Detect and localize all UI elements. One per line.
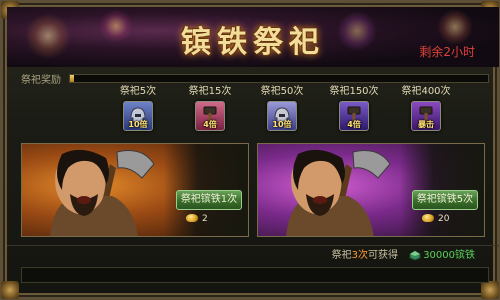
info-amount: 30000镔铁 <box>423 250 475 261</box>
corner-ornament <box>481 281 499 299</box>
cost-value: 2 <box>202 214 208 224</box>
milestone-15[interactable]: 祭祀15次 4倍 <box>185 86 235 131</box>
milestone-400[interactable]: 祭祀400次 暴击 <box>401 86 451 131</box>
event-window: 镔铁祭祀 剩余2小时 祭祀奖励 祭祀5次 10倍 祭祀15次 4倍 祭祀50次 <box>0 0 500 300</box>
info-prefix: 祭祀 <box>331 250 352 261</box>
helmet-icon[interactable]: 10倍 <box>123 101 153 131</box>
reward-progress-bar <box>69 74 489 83</box>
title-banner: 镔铁祭祀 剩余2小时 <box>7 7 499 67</box>
hammer-icon[interactable]: 暴击 <box>411 101 441 131</box>
helmet-icon[interactable]: 10倍 <box>267 101 297 131</box>
milestone-5[interactable]: 祭祀5次 10倍 <box>113 86 163 131</box>
divider <box>7 245 499 246</box>
milestone-50[interactable]: 祭祀50次 10倍 <box>257 86 307 131</box>
offer-panel-single: 祭祀镔铁1次 2 <box>21 143 249 237</box>
cost-value: 20 <box>438 214 450 224</box>
gold-ingot-icon <box>186 214 198 222</box>
milestone-150[interactable]: 祭祀150次 4倍 <box>329 86 379 131</box>
warrior-portrait <box>286 149 391 236</box>
bottom-progress-bar <box>21 267 489 283</box>
cost-single: 2 <box>182 212 230 226</box>
milestone-label: 祭祀5次 <box>119 86 157 97</box>
milestone-label: 祭祀400次 <box>401 86 451 97</box>
reward-info: 祭祀3次可获得 30000镔铁 <box>332 249 475 263</box>
gold-ingot-icon <box>422 214 434 222</box>
info-suffix: 可获得 <box>368 250 398 261</box>
info-count: 3次 <box>351 250 368 261</box>
milestone-label: 祭祀15次 <box>188 86 232 97</box>
milestone-badge: 4倍 <box>203 120 217 129</box>
time-remaining: 剩余2小时 <box>419 45 475 59</box>
sacrifice-once-button[interactable]: 祭祀镔铁1次 <box>176 190 242 210</box>
milestone-badge: 4倍 <box>347 120 361 129</box>
reward-label: 祭祀奖励 <box>21 75 61 86</box>
offer-panel-multi: 祭祀镔铁5次 20 <box>257 143 485 237</box>
milestone-badge: 暴击 <box>418 120 434 129</box>
milestone-label: 祭祀150次 <box>329 86 379 97</box>
milestone-rewards: 祭祀5次 10倍 祭祀15次 4倍 祭祀50次 10倍 祭祀150次 4倍 祭祀… <box>113 86 473 138</box>
iron-ingot-icon <box>409 249 421 261</box>
reward-progress-fill <box>70 75 75 82</box>
warrior-portrait <box>50 149 155 236</box>
hammer-icon[interactable]: 4倍 <box>339 101 369 131</box>
milestone-badge: 10倍 <box>272 120 292 129</box>
milestone-label: 祭祀50次 <box>260 86 304 97</box>
hammer-icon[interactable]: 4倍 <box>195 101 225 131</box>
milestone-badge: 10倍 <box>128 120 148 129</box>
reward-progress-row: 祭祀奖励 <box>21 71 489 86</box>
cost-multi: 20 <box>418 212 466 226</box>
corner-ornament <box>1 281 19 299</box>
sacrifice-five-button[interactable]: 祭祀镔铁5次 <box>412 190 478 210</box>
